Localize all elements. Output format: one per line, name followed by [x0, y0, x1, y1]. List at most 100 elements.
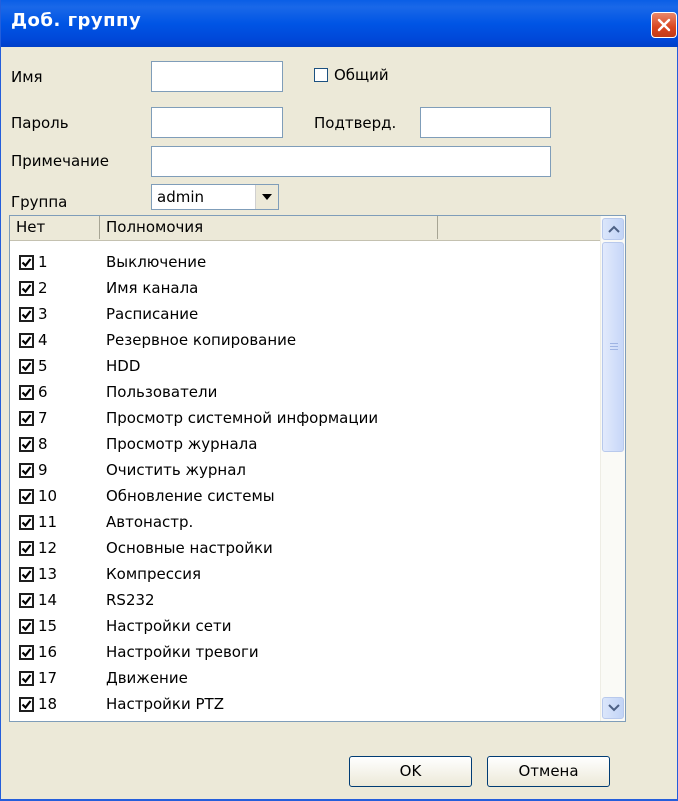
list-item[interactable]: 15 Настройки сети — [10, 613, 600, 639]
permission-name: Автонастр. — [106, 513, 194, 531]
checkmark-icon — [21, 648, 32, 658]
list-item[interactable]: 3 Расписание — [10, 301, 600, 327]
shared-label: Общий — [334, 66, 389, 84]
confirm-label: Подтверд. — [314, 114, 397, 132]
list-item[interactable]: 2 Имя канала — [10, 275, 600, 301]
permission-checkbox[interactable] — [19, 333, 34, 348]
checkmark-icon — [21, 700, 32, 710]
cancel-button[interactable]: Отмена — [487, 756, 610, 787]
close-button[interactable] — [651, 12, 677, 38]
checkmark-icon — [21, 258, 32, 268]
scrollbar-thumb[interactable] — [602, 242, 624, 452]
permission-checkbox[interactable] — [19, 541, 34, 556]
vertical-scrollbar[interactable] — [600, 216, 625, 721]
checkmark-icon — [21, 440, 32, 450]
checkmark-icon — [21, 414, 32, 424]
column-header-permissions[interactable]: Полномочия — [100, 216, 438, 239]
permission-number: 1 — [38, 253, 48, 271]
list-item[interactable]: 4 Резервное копирование — [10, 327, 600, 353]
note-field[interactable] — [151, 146, 551, 177]
permission-name: Пользователи — [106, 383, 218, 401]
password-label: Пароль — [11, 114, 69, 132]
permission-number: 6 — [38, 383, 48, 401]
list-item[interactable]: 10 Обновление системы — [10, 483, 600, 509]
permission-checkbox[interactable] — [19, 671, 34, 686]
list-item[interactable]: 9 Очистить журнал — [10, 457, 600, 483]
permission-name: RS232 — [106, 591, 155, 609]
list-item[interactable]: 12 Основные настройки — [10, 535, 600, 561]
permission-checkbox[interactable] — [19, 567, 34, 582]
permission-number: 5 — [38, 357, 48, 375]
list-header: Нет Полномочия — [10, 216, 606, 241]
permission-checkbox[interactable] — [19, 489, 34, 504]
group-select[interactable]: admin — [151, 184, 279, 210]
checkmark-icon — [21, 674, 32, 684]
scroll-down-button[interactable] — [602, 697, 624, 719]
checkmark-icon — [21, 492, 32, 502]
list-item[interactable]: 11 Автонастр. — [10, 509, 600, 535]
column-header-number[interactable]: Нет — [10, 216, 100, 239]
add-group-dialog: Доб. группу Имя Общий Пароль Подтверд. П… — [0, 0, 678, 801]
permission-number: 11 — [38, 513, 58, 531]
permission-number: 12 — [38, 539, 58, 557]
permission-number: 3 — [38, 305, 48, 323]
permission-checkbox[interactable] — [19, 515, 34, 530]
permission-checkbox[interactable] — [19, 307, 34, 322]
permission-name: Обновление системы — [106, 487, 275, 505]
list-item[interactable]: 14 RS232 — [10, 587, 600, 613]
permission-name: Выключение — [106, 253, 207, 271]
list-item[interactable]: 17 Движение — [10, 665, 600, 691]
scroll-up-button[interactable] — [602, 218, 624, 240]
permission-checkbox[interactable] — [19, 385, 34, 400]
password-field[interactable] — [151, 107, 283, 138]
group-select-value: admin — [157, 188, 204, 206]
permission-checkbox[interactable] — [19, 437, 34, 452]
permission-checkbox[interactable] — [19, 645, 34, 660]
group-label: Группа — [11, 193, 68, 211]
permission-checkbox[interactable] — [19, 281, 34, 296]
name-field[interactable] — [151, 61, 283, 92]
list-item[interactable]: 1 Выключение — [10, 249, 600, 275]
shared-checkbox[interactable] — [314, 68, 328, 82]
arrow-up-icon — [608, 225, 620, 233]
permission-number: 16 — [38, 643, 58, 661]
list-item[interactable]: 5 HDD — [10, 353, 600, 379]
permission-checkbox[interactable] — [19, 255, 34, 270]
column-header-extra[interactable] — [438, 216, 600, 239]
list-item[interactable]: 8 Просмотр журнала — [10, 431, 600, 457]
permission-name: Очистить журнал — [106, 461, 246, 479]
list-item[interactable]: 13 Компрессия — [10, 561, 600, 587]
permission-checkbox[interactable] — [19, 411, 34, 426]
permission-checkbox[interactable] — [19, 463, 34, 478]
permission-checkbox[interactable] — [19, 697, 34, 712]
permissions-list[interactable]: Нет Полномочия 1 Выключение 2 Имя канала 3 Ра… — [9, 215, 626, 722]
note-label: Примечание — [11, 152, 109, 170]
ok-button[interactable]: OK — [349, 756, 472, 787]
permission-name: Основные настройки — [106, 539, 273, 557]
permission-name: Имя канала — [106, 279, 199, 297]
checkmark-icon — [21, 466, 32, 476]
group-select-dropdown-button[interactable] — [255, 185, 278, 209]
list-item[interactable]: 16 Настройки тревоги — [10, 639, 600, 665]
thumb-grip — [610, 346, 618, 347]
checkmark-icon — [21, 596, 32, 606]
checkmark-icon — [21, 544, 32, 554]
list-item[interactable]: 18 Настройки PTZ — [10, 691, 600, 717]
permission-number: 10 — [38, 487, 58, 505]
checkmark-icon — [21, 310, 32, 320]
permission-name: Движение — [106, 669, 188, 687]
title-bar[interactable]: Доб. группу — [1, 0, 678, 47]
confirm-password-field[interactable] — [420, 107, 551, 138]
list-item[interactable]: 6 Пользователи — [10, 379, 600, 405]
permission-checkbox[interactable] — [19, 593, 34, 608]
permission-checkbox[interactable] — [19, 359, 34, 374]
permission-number: 13 — [38, 565, 58, 583]
checkmark-icon — [21, 284, 32, 294]
arrow-down-icon — [608, 704, 620, 712]
permission-checkbox[interactable] — [19, 619, 34, 634]
checkmark-icon — [21, 622, 32, 632]
permission-name: Настройки сети — [106, 617, 232, 635]
checkmark-icon — [21, 336, 32, 346]
list-item[interactable]: 7 Просмотр системной информации — [10, 405, 600, 431]
permission-number: 7 — [38, 409, 48, 427]
